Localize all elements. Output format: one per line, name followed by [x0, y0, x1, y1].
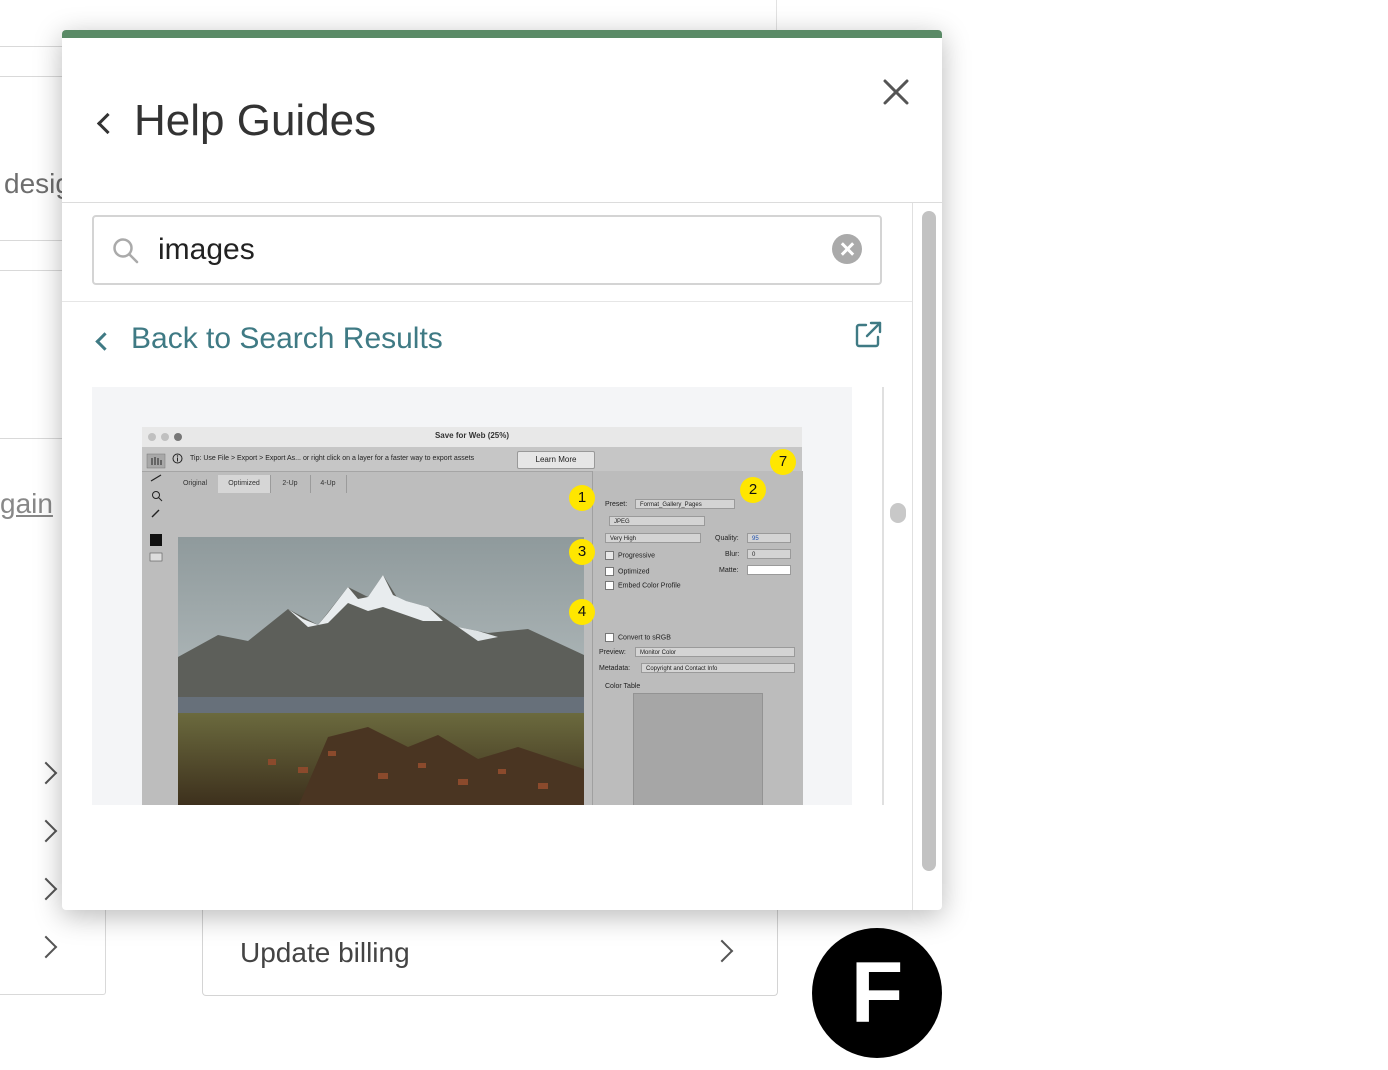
ps-window-title: Save for Web (25%): [434, 431, 510, 440]
update-billing-label: Update billing: [240, 937, 410, 968]
back-to-search-results-link[interactable]: Back to Search Results: [92, 319, 443, 359]
panel-accent-bar: [62, 30, 942, 38]
callout-badge: 7: [770, 449, 796, 475]
back-link-label: Back to Search Results: [131, 322, 443, 355]
chevron-left-icon: [95, 331, 114, 351]
ps-tab: 2-Up: [270, 475, 311, 493]
clear-search-icon[interactable]: [832, 234, 862, 264]
callout-badge: 2: [740, 477, 766, 503]
panel-header: Help Guides: [62, 38, 942, 203]
ps-settings-panel: Preset: Format_Gallery_Pages JPEG Very H…: [592, 471, 803, 805]
panel-scrollbar[interactable]: [912, 203, 942, 910]
ps-tip-text: Tip: Use File > Export > Export As... or…: [190, 455, 475, 462]
background-card: [0, 270, 68, 440]
close-icon[interactable]: [878, 74, 914, 110]
background-card: [0, 46, 68, 78]
background-card: [0, 438, 68, 628]
embed-row: Embed Color Profile: [605, 581, 681, 590]
ps-window: Save for Web (25%) Tip: Use File > Expor…: [142, 427, 803, 805]
color-table: [633, 693, 763, 805]
ps-tab: Original: [172, 475, 219, 493]
help-guides-panel: Help Guides images Back to Search Result…: [62, 30, 942, 910]
info-icon: [172, 453, 183, 464]
background-card: [0, 76, 68, 242]
convert-row: Convert to sRGB: [605, 633, 671, 642]
search-icon: [113, 238, 139, 264]
checkbox-checked: [605, 567, 614, 576]
callout-badge: 1: [569, 485, 595, 511]
checkbox-checked: [605, 581, 614, 590]
preview-label: Preview:: [599, 649, 626, 656]
ps-toolbar: Tip: Use File > Export > Export As... or…: [142, 447, 802, 472]
convert-label: Convert to sRGB: [618, 634, 671, 642]
metadata-label: Metadata:: [599, 665, 631, 672]
preview-select: Monitor Color: [635, 647, 795, 657]
image-scroll-thumb[interactable]: [890, 503, 906, 523]
color-table-label: Color Table: [605, 683, 641, 690]
ps-titlebar: Save for Web (25%): [142, 427, 802, 447]
ps-tabs: Original Optimized 2-Up 4-Up: [172, 475, 586, 493]
article-image: Save for Web (25%) Tip: Use File > Expor…: [92, 387, 852, 805]
checkbox: [605, 551, 614, 560]
chevron-right-icon: [710, 939, 734, 963]
quality-value: 95: [747, 533, 791, 543]
mountain-photo: [178, 537, 584, 805]
blur-label: Blur:: [725, 551, 740, 558]
callout-badge: 4: [569, 599, 595, 625]
matte-swatch: [747, 565, 791, 575]
preset-label: Preset:: [605, 501, 628, 508]
progressive-row: Progressive: [605, 551, 655, 560]
external-link-icon[interactable]: [852, 319, 884, 351]
ps-tab: 4-Up: [310, 475, 347, 493]
image-scroll-track: [882, 387, 884, 805]
divider: [62, 301, 912, 302]
matte-label: Matte:: [719, 567, 739, 574]
quality-label: Quality:: [715, 535, 739, 542]
optimized-label: Optimized: [618, 568, 650, 576]
back-chevron-icon[interactable]: [96, 112, 119, 135]
brand-logo-icon: F: [850, 945, 904, 1041]
help-launcher-button[interactable]: F: [812, 928, 942, 1058]
search-input[interactable]: images: [92, 215, 882, 285]
optimized-row: Optimized: [605, 567, 650, 576]
panel-content: images Back to Search Results Save for W…: [62, 203, 912, 910]
blur-value: 0: [747, 549, 791, 559]
progressive-label: Progressive: [618, 552, 655, 560]
preset-select: Format_Gallery_Pages: [635, 499, 735, 509]
quality-preset-select: Very High: [605, 533, 701, 543]
embed-label: Embed Color Profile: [618, 582, 681, 590]
search-value[interactable]: images: [158, 233, 255, 267]
ps-tools-icon: [146, 453, 166, 562]
background-card: [0, 240, 68, 272]
checkbox-checked: [605, 633, 614, 642]
background-divider: [776, 0, 777, 30]
panel-scroll-thumb[interactable]: [922, 211, 936, 871]
format-select: JPEG: [609, 516, 705, 526]
update-billing-item[interactable]: Update billing: [202, 905, 778, 996]
learn-more-button: Learn More: [517, 451, 595, 469]
ps-tab: Optimized: [218, 475, 271, 493]
background-text-design: desig: [4, 168, 71, 199]
callout-badge: 3: [569, 539, 595, 565]
metadata-select: Copyright and Contact Info: [641, 663, 795, 673]
panel-title: Help Guides: [134, 96, 377, 145]
background-link-again[interactable]: gain: [0, 488, 53, 520]
